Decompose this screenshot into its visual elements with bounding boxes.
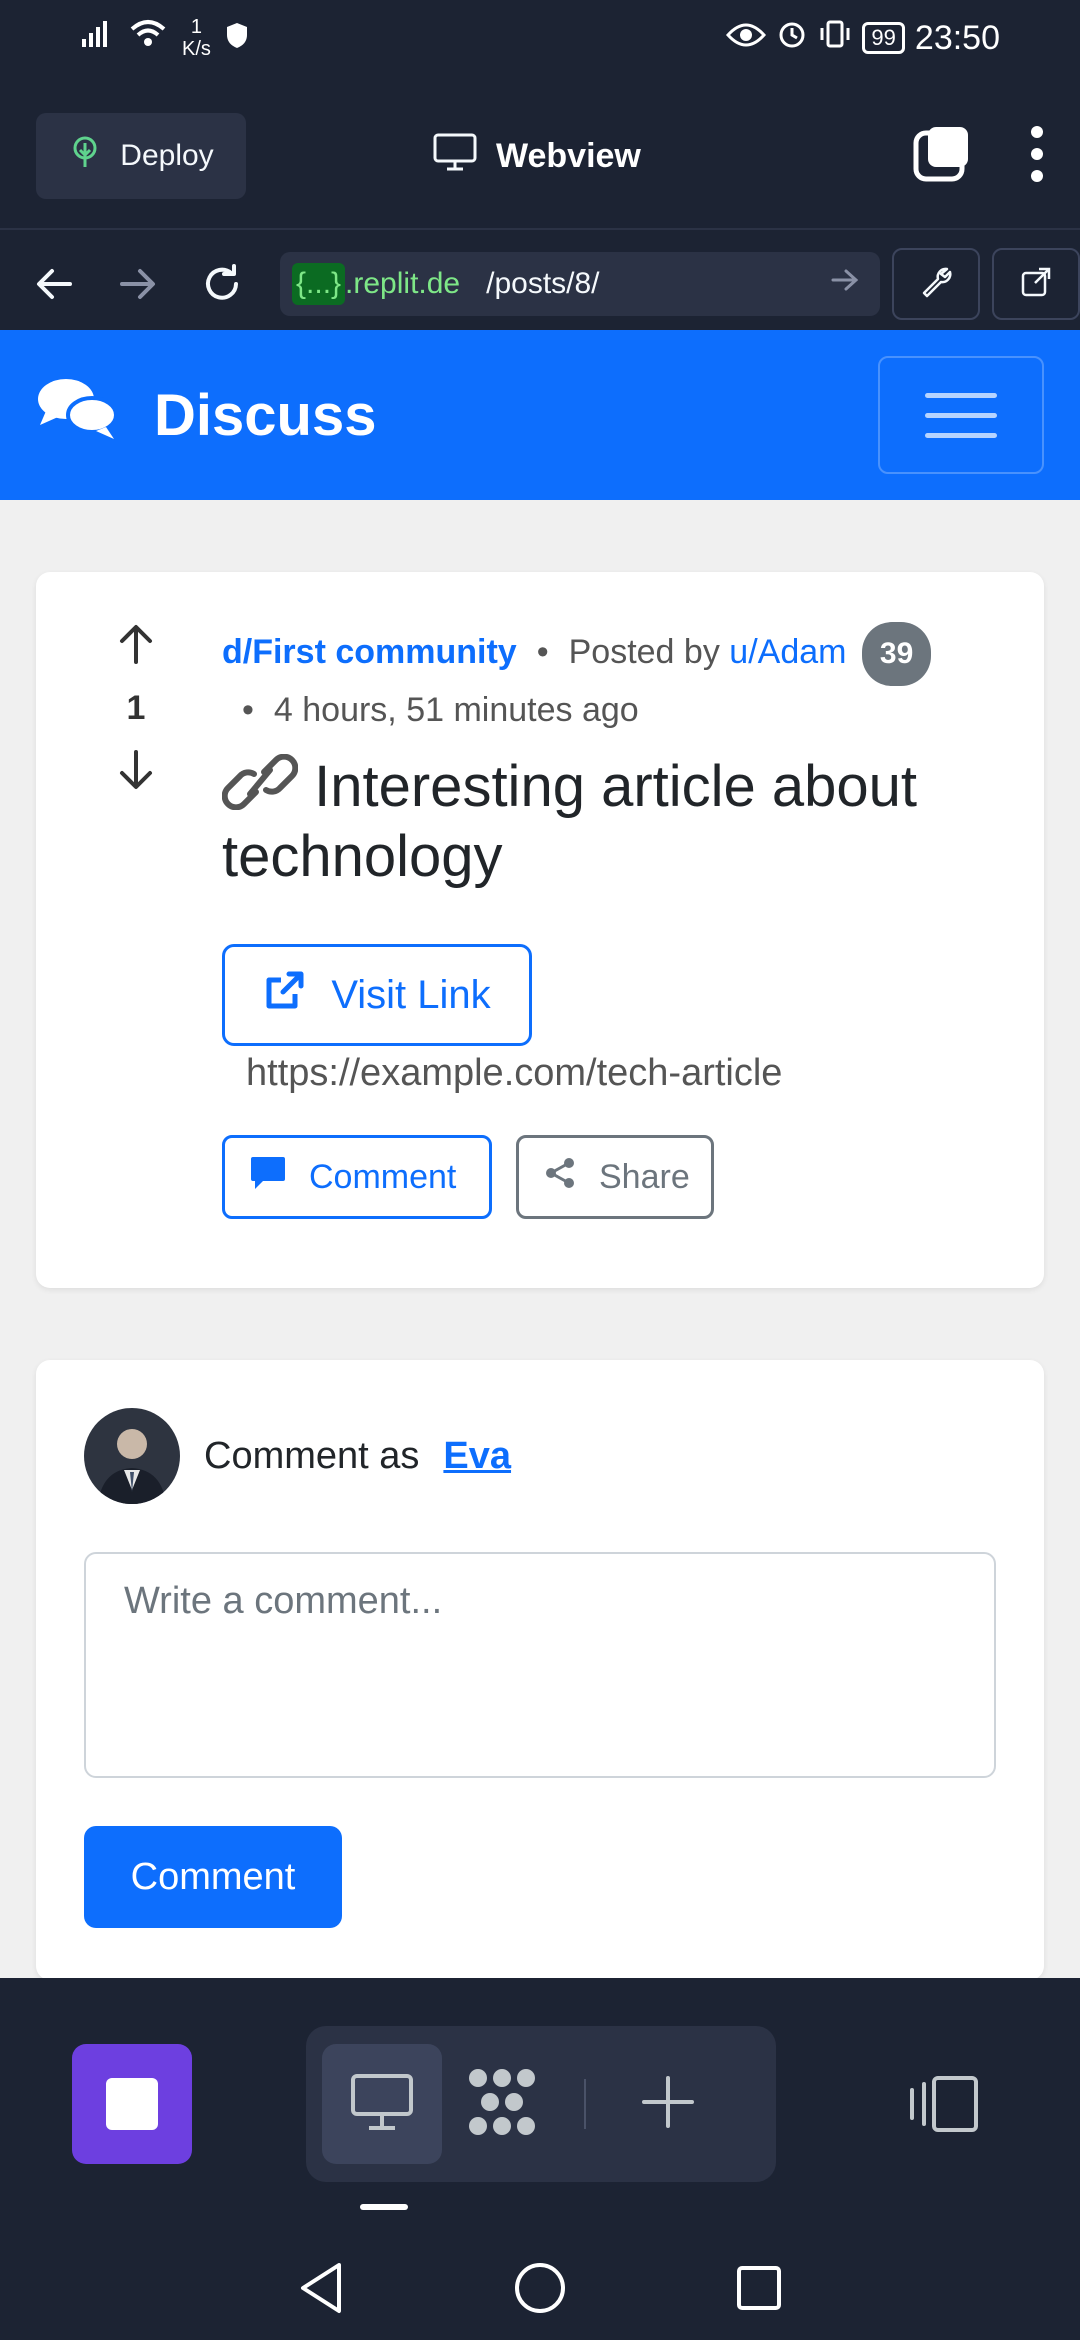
hamburger-line	[925, 392, 997, 398]
apps-icon	[464, 2064, 540, 2145]
submit-comment-button[interactable]: Comment	[84, 1826, 342, 1928]
url-badge: {...}	[292, 263, 346, 305]
add-tab-button[interactable]	[608, 2044, 728, 2164]
clock: 23:50	[914, 18, 1000, 57]
wifi-icon	[128, 19, 168, 58]
reload-icon[interactable]	[192, 254, 252, 314]
deploy-icon	[68, 135, 102, 177]
tab-divider	[584, 2079, 586, 2129]
post-body: d/First community • Posted by u/Adam 39 • 4…	[221, 622, 1022, 1219]
toolbar-divider	[0, 228, 1080, 230]
recents-square-icon[interactable]	[735, 2264, 783, 2317]
net-speed-value: 1	[190, 16, 203, 38]
signal-icon	[80, 19, 114, 58]
external-link-icon	[263, 968, 307, 1022]
stop-icon	[106, 2078, 158, 2130]
battery-indicator: 99	[862, 22, 905, 54]
comment-button[interactable]: Comment	[222, 1135, 492, 1219]
post-title: Interesting article about technology	[221, 752, 1022, 892]
comment-icon	[249, 1155, 287, 1200]
back-arrow-icon[interactable]	[24, 254, 84, 314]
net-speed-unit: K/s	[182, 38, 211, 60]
comments-icon	[36, 375, 118, 455]
panels-icon[interactable]	[906, 2074, 982, 2139]
tab-workspace[interactable]	[442, 2044, 562, 2164]
site-brand[interactable]: Discuss	[36, 375, 376, 455]
alarm-icon	[776, 18, 808, 59]
comment-button-label: Comment	[309, 1157, 457, 1196]
share-button-label: Share	[599, 1157, 690, 1196]
separator-dot: •	[536, 632, 549, 671]
devtools-button[interactable]	[892, 248, 980, 320]
post-title-text: Interesting article about technology	[222, 754, 918, 889]
tab-webview[interactable]	[322, 2044, 442, 2164]
community-link[interactable]: d/First community	[222, 633, 517, 671]
vote-column: 1	[96, 622, 176, 797]
hamburger-line	[925, 432, 997, 438]
hamburger-line	[925, 412, 997, 418]
webview-tab-title: Webview	[432, 132, 641, 181]
url-go-arrow-icon[interactable]	[830, 267, 860, 301]
share-icon	[543, 1156, 577, 1199]
vibrate-icon	[818, 18, 852, 59]
open-new-tab-button[interactable]	[992, 248, 1080, 320]
wrench-icon	[919, 265, 953, 304]
pane-tab-group	[306, 2026, 776, 2182]
author-link[interactable]: u/Adam	[729, 633, 846, 671]
eye-icon	[726, 19, 767, 58]
upvote-arrow-icon[interactable]	[116, 622, 156, 671]
site-navbar: Discuss	[0, 330, 1080, 500]
post-meta: d/First community • Posted by u/Adam 39	[222, 622, 1022, 686]
network-speed: 1 K/s	[182, 16, 211, 60]
post-actions: Comment Share	[222, 1135, 1022, 1219]
home-circle-icon[interactable]	[513, 2261, 567, 2320]
url-input[interactable]: {...} .replit.de /posts/8/	[280, 252, 880, 316]
shield-icon	[225, 19, 249, 58]
navbar-toggler-button[interactable]	[878, 356, 1044, 474]
posted-by-label: Posted by	[568, 632, 720, 671]
comment-textarea[interactable]	[84, 1552, 996, 1778]
deploy-button[interactable]: Deploy	[36, 113, 246, 199]
url-path: /posts/8/	[486, 267, 600, 300]
forward-arrow-icon[interactable]	[108, 254, 168, 314]
comment-as-row: Comment as Eva	[84, 1408, 511, 1504]
tabs-switcher-icon[interactable]	[912, 125, 972, 188]
link-url: https://example.com/tech-article	[246, 1052, 783, 1094]
active-tab-indicator	[360, 2204, 408, 2210]
comment-as-label: Comment as	[204, 1434, 420, 1477]
link-icon	[221, 753, 314, 819]
replit-bottom-bar	[0, 1980, 1080, 2240]
stop-button[interactable]	[72, 2044, 192, 2164]
visit-link-label: Visit Link	[331, 972, 491, 1017]
replit-top-bar: Deploy Webview	[0, 108, 1080, 204]
webview-content: Discuss 1 d/First community • Posted by u/…	[0, 330, 1080, 1978]
avatar	[84, 1408, 180, 1504]
comment-form-card: Comment as Eva Comment	[36, 1360, 1044, 1978]
visit-link-button[interactable]: Visit Link	[222, 944, 532, 1046]
webview-url-bar: {...} .replit.de /posts/8/	[0, 240, 1080, 328]
downvote-arrow-icon[interactable]	[116, 748, 156, 797]
separator-dot: •	[242, 691, 254, 729]
external-link-icon	[1019, 265, 1053, 304]
system-navigation-bar	[0, 2240, 1080, 2340]
post-time-row: • 4 hours, 51 minutes ago	[222, 686, 1022, 734]
plus-icon	[640, 2074, 696, 2135]
back-triangle-icon[interactable]	[297, 2261, 345, 2320]
status-bar: 1 K/s 99 23:50	[0, 0, 1080, 76]
brand-name: Discuss	[154, 382, 377, 448]
monitor-icon	[432, 132, 478, 181]
username-link[interactable]: Eva	[443, 1435, 511, 1478]
share-button[interactable]: Share	[516, 1135, 714, 1219]
post-time: 4 hours, 51 minutes ago	[273, 691, 639, 729]
url-host: .replit.de	[345, 267, 461, 300]
count-badge: 39	[861, 622, 932, 686]
monitor-icon	[349, 2072, 415, 2137]
deploy-label: Deploy	[120, 139, 214, 172]
post-card: 1 d/First community • Posted by u/Adam 39 …	[36, 572, 1044, 1288]
webview-title-label: Webview	[496, 136, 641, 175]
vote-count: 1	[126, 689, 146, 727]
more-options-icon[interactable]	[1030, 125, 1044, 188]
